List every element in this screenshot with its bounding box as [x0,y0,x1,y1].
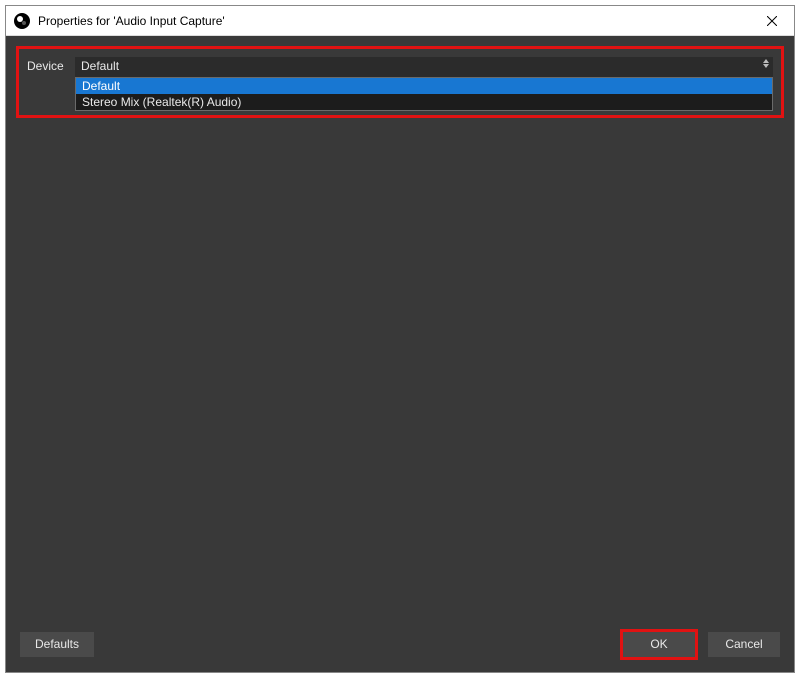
ok-highlight-box: OK [620,629,698,660]
content-area: Device Default Default Stereo Mix (Realt… [6,36,794,672]
close-icon [767,16,777,26]
device-row: Device Default Default Stereo Mix (Realt… [19,49,781,111]
device-option-default[interactable]: Default [76,78,772,94]
device-highlight-box: Device Default Default Stereo Mix (Realt… [16,46,784,118]
cancel-button[interactable]: Cancel [708,632,780,657]
device-dropdown-list: Default Stereo Mix (Realtek(R) Audio) [75,77,773,111]
device-dropdown[interactable]: Default Default Stereo Mix (Realtek(R) A… [75,57,773,111]
titlebar: Properties for 'Audio Input Capture' [6,6,794,36]
device-label: Device [27,57,69,73]
defaults-button[interactable]: Defaults [20,632,94,657]
close-button[interactable] [749,6,794,36]
window-title: Properties for 'Audio Input Capture' [38,14,749,28]
obs-icon [14,13,30,29]
ok-button[interactable]: OK [623,632,695,657]
footer-buttons: Defaults OK Cancel [6,624,794,672]
device-dropdown-selected[interactable]: Default [75,57,773,77]
device-selected-text: Default [81,59,119,73]
device-option-stereo-mix[interactable]: Stereo Mix (Realtek(R) Audio) [76,94,772,110]
updown-arrows-icon [763,59,769,68]
properties-window: Properties for 'Audio Input Capture' Dev… [5,5,795,673]
